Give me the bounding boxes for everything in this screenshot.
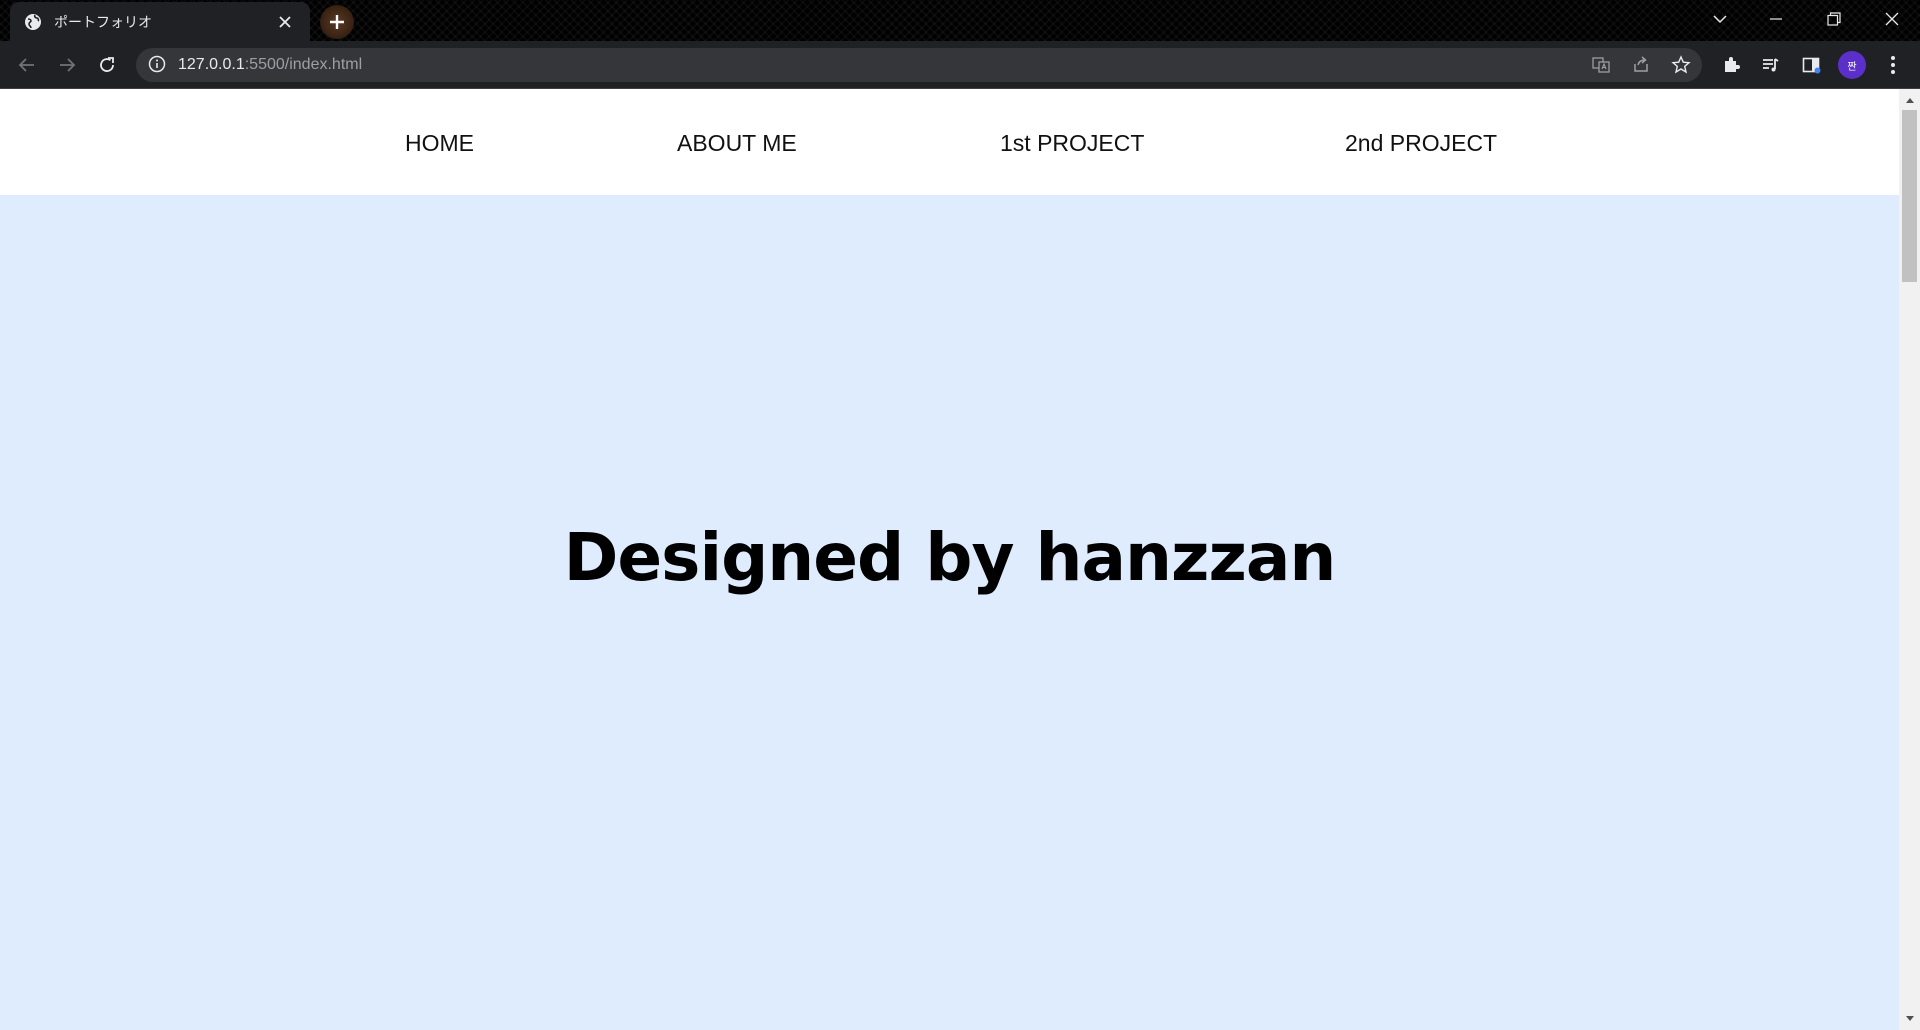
site-info-icon[interactable] (148, 55, 168, 75)
globe-icon (24, 13, 42, 31)
nav-2nd-project[interactable]: 2nd PROJECT (1345, 130, 1497, 157)
restore-icon (1827, 12, 1841, 26)
tab-search-button[interactable] (1692, 0, 1748, 38)
minimize-icon (1770, 18, 1782, 20)
arrow-left-icon (18, 58, 34, 72)
new-tab-button[interactable] (320, 5, 354, 39)
restore-button[interactable] (1806, 0, 1862, 38)
reload-icon (100, 57, 114, 72)
extensions-button[interactable] (1716, 50, 1746, 80)
hero-title: Designed by hanzzan (563, 519, 1337, 596)
nav-about-me[interactable]: ABOUT ME (677, 130, 797, 157)
browser-toolbar: 127.0.0.1:5500/index.html (0, 41, 1920, 89)
plus-icon (330, 15, 344, 29)
scroll-down-arrow-icon[interactable] (1899, 1010, 1920, 1027)
minimize-button[interactable] (1748, 0, 1804, 38)
puzzle-icon (1725, 57, 1740, 72)
nav-home[interactable]: HOME (405, 130, 474, 157)
chevron-down-icon (1713, 15, 1727, 24)
url-text: 127.0.0.1:5500/index.html (178, 56, 362, 74)
kebab-menu-icon (1891, 56, 1895, 74)
translate-icon[interactable] (1586, 50, 1616, 80)
tab-close-icon[interactable] (274, 11, 296, 33)
scrollbar-thumb[interactable] (1902, 110, 1917, 282)
reload-button[interactable] (92, 50, 122, 80)
browser-titlebar: ポートフォリオ (0, 0, 1920, 41)
address-bar[interactable]: 127.0.0.1:5500/index.html (136, 48, 1702, 82)
close-icon (1885, 12, 1899, 26)
tab-title: ポートフォリオ (54, 13, 152, 30)
nav-1st-project[interactable]: 1st PROJECT (1000, 130, 1144, 157)
page-viewport: HOME ABOUT ME 1st PROJECT 2nd PROJECT De… (0, 89, 1899, 1030)
scroll-up-arrow-icon[interactable] (1899, 91, 1920, 108)
profile-avatar[interactable]: 짠 (1838, 51, 1866, 79)
side-panel-button[interactable] (1796, 50, 1826, 80)
browser-tab[interactable]: ポートフォリオ (10, 2, 310, 41)
share-icon[interactable] (1626, 50, 1656, 80)
url-path: :5500/index.html (244, 56, 363, 73)
url-host: 127.0.0.1 (178, 56, 245, 73)
playlist-icon (1763, 58, 1779, 72)
site-nav: HOME ABOUT ME 1st PROJECT 2nd PROJECT (0, 89, 1899, 195)
back-button[interactable] (12, 50, 42, 80)
bookmark-star-icon[interactable] (1666, 50, 1696, 80)
forward-button[interactable] (52, 50, 82, 80)
arrow-right-icon (60, 58, 76, 72)
close-window-button[interactable] (1864, 0, 1920, 38)
media-control-button[interactable] (1756, 50, 1786, 80)
page-scrollbar[interactable] (1899, 89, 1920, 1030)
side-panel-icon (1802, 57, 1821, 74)
chrome-menu-button[interactable] (1878, 50, 1908, 80)
